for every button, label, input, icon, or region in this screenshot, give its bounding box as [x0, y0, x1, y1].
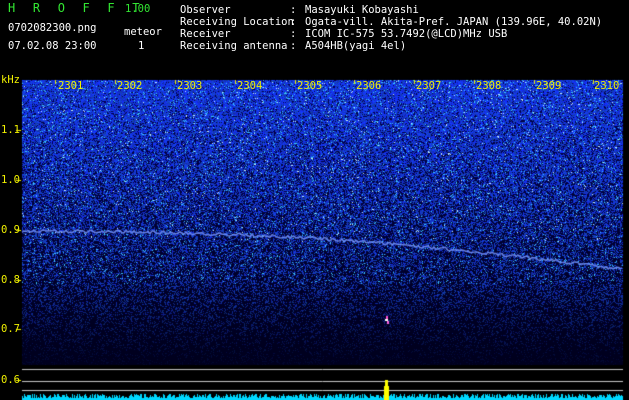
- info-value-receiver: ICOM IC-575 53.7492(@LCD)MHz USB: [305, 28, 508, 40]
- y-axis-unit: kHz: [1, 74, 20, 86]
- date-time: 07.02.08 23:00: [8, 40, 97, 52]
- x-tick-label: 2304: [237, 80, 263, 92]
- x-tick-label: 2307: [416, 80, 442, 92]
- info-value-antenna: A504HB(yagi 4el): [305, 40, 407, 52]
- meteor-count: 1: [138, 40, 145, 52]
- x-tick-label: 2308: [476, 80, 502, 92]
- spectrogram-canvas: [0, 0, 629, 400]
- info-sep: :: [290, 16, 297, 28]
- info-sep: :: [290, 4, 297, 16]
- file-name: 0702082300.png: [8, 22, 97, 34]
- x-tick-label: 2303: [177, 80, 203, 92]
- app-version: 1.00: [125, 3, 151, 15]
- y-tick-label: 0.8: [1, 274, 20, 286]
- y-tick-label: 0.9: [1, 224, 20, 236]
- x-tick-label: 2301: [58, 80, 84, 92]
- y-tick-label: 1.0: [1, 174, 20, 186]
- info-label-location: Receiving Location: [180, 16, 294, 28]
- info-sep: :: [290, 40, 297, 52]
- y-tick-label: 0.6: [1, 374, 20, 386]
- x-tick-label: 2309: [536, 80, 562, 92]
- y-tick-label: 1.1: [1, 124, 20, 136]
- info-label-antenna: Receiving antenna: [180, 40, 288, 52]
- x-tick-label: 2305: [297, 80, 323, 92]
- info-sep: :: [290, 28, 297, 40]
- y-tick-label: 0.7: [1, 323, 20, 335]
- meteor-label: meteor: [124, 26, 162, 38]
- info-value-observer: Masayuki Kobayashi: [305, 4, 419, 16]
- info-label-observer: Observer: [180, 4, 231, 16]
- x-tick-label: 2310: [594, 80, 620, 92]
- x-tick-label: 2306: [356, 80, 382, 92]
- x-tick-label: 2302: [117, 80, 143, 92]
- info-value-location: Ogata-vill. Akita-Pref. JAPAN (139.96E, …: [305, 16, 603, 28]
- info-label-receiver: Receiver: [180, 28, 231, 40]
